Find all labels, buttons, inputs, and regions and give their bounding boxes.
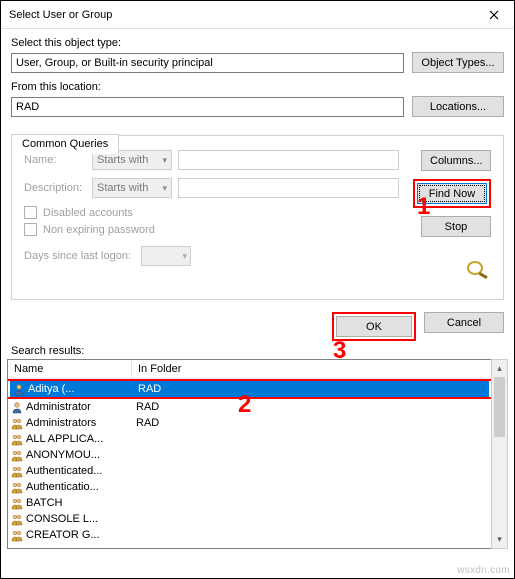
description-combo[interactable]: Starts with ▾ [92,178,172,198]
group-icon [10,448,24,462]
group-icon [10,464,24,478]
table-row[interactable]: ANONYMOU... [8,447,491,463]
disabled-accounts-label: Disabled accounts [43,207,133,219]
user-icon [12,382,26,396]
table-row[interactable]: BATCH [8,495,491,511]
location-input[interactable] [11,97,404,117]
location-label: From this location: [11,81,504,93]
group-icon [10,480,24,494]
scroll-up-icon[interactable]: ▴ [492,360,507,377]
object-type-label: Select this object type: [11,37,504,49]
common-queries-panel: Name: Starts with ▾ Description: Starts … [11,135,504,300]
name-label: Name: [24,154,86,166]
scrollbar[interactable]: ▴ ▾ [491,359,508,549]
days-since-combo[interactable]: ▾ [141,246,191,266]
non-expiring-checkbox[interactable] [24,223,37,236]
locations-button[interactable]: Locations... [412,96,504,117]
search-icon [465,259,491,287]
search-results-label: Search results: [1,345,514,359]
group-icon [10,528,24,542]
table-row[interactable]: AdministratorRAD [8,399,491,415]
object-types-button[interactable]: Object Types... [412,52,504,73]
scroll-down-icon[interactable]: ▾ [492,531,507,548]
titlebar: Select User or Group [1,1,514,29]
scroll-thumb[interactable] [494,377,505,437]
group-icon [10,496,24,510]
stop-button[interactable]: Stop [421,216,491,237]
close-button[interactable] [474,1,514,29]
tab-common-queries[interactable]: Common Queries [11,134,119,154]
chevron-down-icon: ▾ [162,155,167,166]
chevron-down-icon: ▾ [162,183,167,194]
results-table: Name In Folder Aditya (...RAD Administrat… [7,359,491,549]
close-icon [489,7,499,23]
user-icon [10,400,24,414]
description-label: Description: [24,182,86,194]
window-title: Select User or Group [9,9,112,21]
find-now-button[interactable]: Find Now [417,183,487,204]
cancel-button[interactable]: Cancel [424,312,504,333]
disabled-accounts-checkbox[interactable] [24,206,37,219]
object-type-input[interactable] [11,53,404,73]
ok-button[interactable]: OK [336,316,412,337]
table-row[interactable]: Authenticatio... [8,479,491,495]
table-row[interactable]: Authenticated... [8,463,491,479]
table-row[interactable]: CONSOLE L... [8,511,491,527]
columns-button[interactable]: Columns... [421,150,491,171]
group-icon [10,432,24,446]
group-icon [10,416,24,430]
watermark: wsxdn.com [457,565,510,576]
non-expiring-label: Non expiring password [43,224,155,236]
days-since-label: Days since last logon: [24,250,131,262]
table-row[interactable]: ALL APPLICA... [8,431,491,447]
column-header-name[interactable]: Name [8,360,132,378]
chevron-down-icon: ▾ [182,251,187,262]
column-header-folder[interactable]: In Folder [132,360,491,378]
description-input[interactable] [178,178,399,198]
table-row[interactable]: Aditya (...RAD [10,381,489,397]
table-row[interactable]: AdministratorsRAD [8,415,491,431]
table-row[interactable]: CREATOR G... [8,527,491,543]
group-icon [10,512,24,526]
name-input[interactable] [178,150,399,170]
